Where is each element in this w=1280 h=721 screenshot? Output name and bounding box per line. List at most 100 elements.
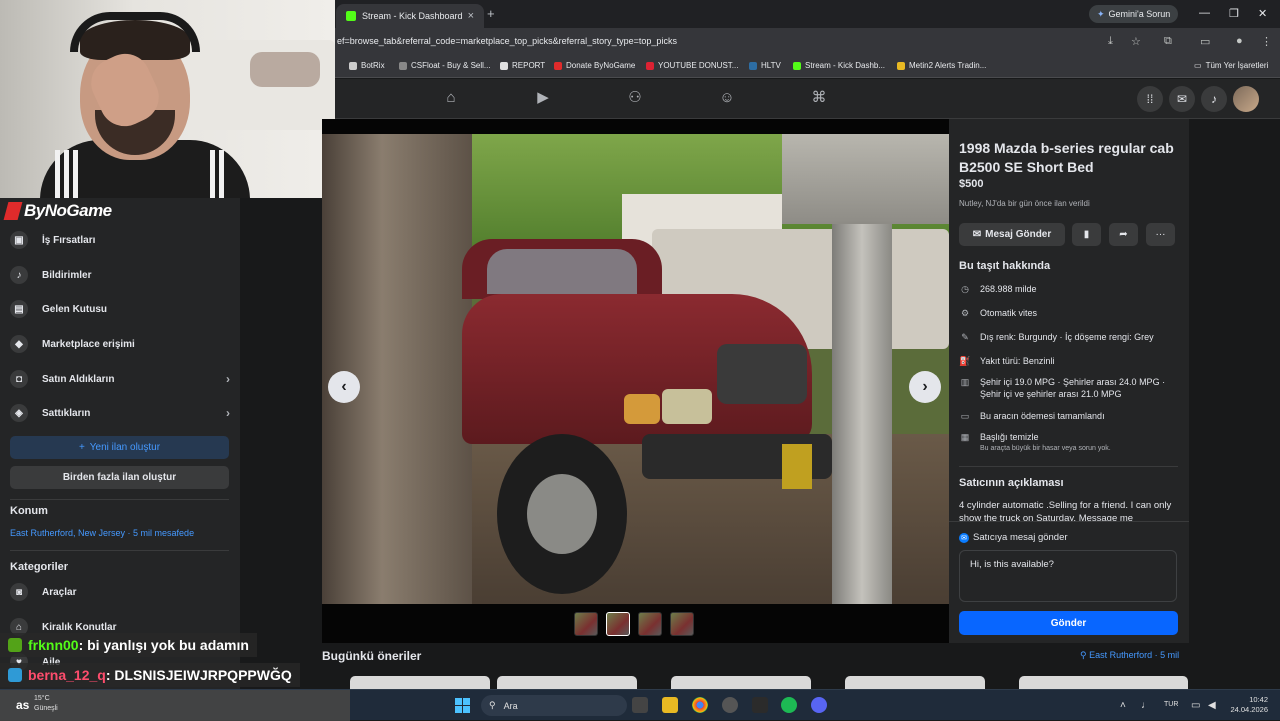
groups-icon[interactable]: ☺: [718, 89, 736, 107]
task-view-icon[interactable]: [632, 697, 648, 713]
obs-icon[interactable]: [722, 697, 738, 713]
bookmark-donate[interactable]: Donate ByNoGame: [554, 61, 635, 70]
bookmark-star-icon[interactable]: ☆: [1131, 35, 1141, 48]
message-input[interactable]: Hi, is this available?: [959, 550, 1177, 602]
category-vehicles[interactable]: ◙ Araçlar: [10, 577, 230, 607]
bookmark-report[interactable]: REPORT: [500, 61, 545, 70]
create-listing-button[interactable]: + Yeni ilan oluştur: [10, 436, 229, 459]
gaming-icon[interactable]: ⌘: [810, 89, 828, 107]
send-button[interactable]: Gönder: [959, 611, 1178, 635]
avatar[interactable]: [1233, 86, 1259, 112]
messenger-icon[interactable]: ✉: [1169, 86, 1195, 112]
sidebar-item-inbox[interactable]: ▤ Gelen Kutusu: [10, 294, 230, 324]
create-multiple-listings-button[interactable]: Birden fazla ilan oluştur: [10, 466, 229, 489]
thumbnail-active[interactable]: [606, 612, 630, 636]
messenger-icon: ✉: [972, 229, 982, 240]
divider: [10, 550, 229, 551]
bynogame-logo: ByNoGame: [0, 198, 120, 224]
gemini-label: Gemini'a Sorun: [1108, 9, 1171, 19]
close-window-icon[interactable]: ✕: [1258, 7, 1267, 20]
previous-image-button[interactable]: ‹: [328, 371, 360, 403]
extensions-icon[interactable]: ⧉: [1164, 35, 1172, 48]
all-bookmarks[interactable]: ▭ Tüm Yer İşaretleri: [1194, 61, 1268, 70]
save-bookmark-icon[interactable]: ▮: [1072, 223, 1101, 246]
microphone-icon[interactable]: ♩: [1141, 700, 1151, 711]
tab-search-icon[interactable]: ▭: [1200, 35, 1210, 48]
sidebar-item-jobs[interactable]: ▣ İş Fırsatları: [10, 225, 230, 255]
sidebar-item-purchases[interactable]: ◘ Satın Aldıkların ›: [10, 364, 230, 394]
sidebar-item-notifications[interactable]: ♪ Bildirimler: [10, 260, 230, 290]
suggestions-location-link[interactable]: ⚲ East Rutherford · 5 mil: [1080, 650, 1179, 661]
divider: [10, 499, 229, 500]
terminal-icon[interactable]: [752, 697, 768, 713]
bell-icon: ♪: [10, 266, 28, 284]
sidebar-item-label: Sattıkların: [42, 407, 91, 419]
gemini-button[interactable]: ✦ Gemini'a Sorun: [1089, 5, 1179, 23]
listing-image-viewer: ‹ ›: [322, 119, 949, 643]
share-icon[interactable]: ➦: [1109, 223, 1138, 246]
bookmark-kick[interactable]: Stream - Kick Dashb...: [793, 61, 885, 70]
url-field[interactable]: ef=browse_tab&referral_code=marketplace_…: [337, 36, 677, 46]
chat-username: berna_12_q: [28, 667, 106, 683]
bookmark-hltv[interactable]: HLTV: [749, 61, 781, 70]
plus-icon: +: [78, 442, 85, 453]
sidebar-item-label: Bildirimler: [42, 269, 92, 281]
next-image-button[interactable]: ›: [909, 371, 941, 403]
thumbnail[interactable]: [670, 612, 694, 636]
attr-clean-title: ▦ Başlığı temizle Bu araçta büyük bir ha…: [960, 432, 1111, 452]
taskbar-search[interactable]: ⚲ Ara: [481, 695, 627, 716]
suggestion-card[interactable]: [1019, 676, 1188, 690]
new-tab-button[interactable]: +: [487, 6, 495, 21]
menu-grid-icon[interactable]: ⁞⁞: [1137, 86, 1163, 112]
bookmark-botrix[interactable]: BotRix: [349, 61, 385, 70]
botrix-icon: [349, 61, 357, 70]
network-icon[interactable]: ▭: [1191, 700, 1200, 711]
bookmark-youtube[interactable]: YOUTUBE DONUST...: [646, 61, 738, 70]
sidebar-item-selling[interactable]: ◈ Sattıkların ›: [10, 398, 230, 428]
volume-icon[interactable]: ◀: [1208, 700, 1216, 711]
friends-icon[interactable]: ⚇: [626, 89, 644, 107]
thumbnail[interactable]: [574, 612, 598, 636]
message-seller-button[interactable]: ✉ Mesaj Gönder: [959, 223, 1065, 246]
spotify-icon[interactable]: [781, 697, 797, 713]
windows-start-icon[interactable]: [455, 698, 470, 713]
create-listing-label: Yeni ilan oluştur: [89, 442, 161, 453]
metin2-icon: [897, 61, 905, 70]
thumbnail[interactable]: [638, 612, 662, 636]
kick-icon: [346, 11, 356, 21]
file-explorer-icon[interactable]: [662, 697, 678, 713]
attr-mileage: ◷ 268.988 milde: [959, 283, 1181, 295]
close-tab-icon[interactable]: ×: [468, 10, 474, 22]
minimize-icon[interactable]: —: [1199, 7, 1210, 19]
taskbar-clock[interactable]: 10:42 24.04.2026: [1228, 695, 1268, 715]
bookmark-metin2[interactable]: Metin2 Alerts Tradin...: [897, 61, 986, 70]
suggestion-card[interactable]: [845, 676, 985, 690]
listing-detail-pane: 1998 Mazda b-series regular cab B2500 SE…: [949, 119, 1189, 643]
maximize-icon[interactable]: ❐: [1229, 7, 1239, 20]
menu-icon[interactable]: ⋮: [1261, 35, 1272, 48]
tab-kick-dashboard[interactable]: Stream - Kick Dashboard ×: [336, 4, 484, 28]
listing-price: $500: [959, 178, 984, 190]
discord-icon[interactable]: [811, 697, 827, 713]
more-options-icon[interactable]: ···: [1146, 223, 1175, 246]
location-link[interactable]: East Rutherford, New Jersey · 5 mil mesa…: [10, 528, 194, 538]
suggestion-card[interactable]: [671, 676, 811, 690]
home-icon[interactable]: ⌂: [442, 89, 460, 107]
shield-icon: ◆: [10, 335, 28, 353]
sidebar-item-marketplace-access[interactable]: ◆ Marketplace erişimi: [10, 329, 230, 359]
suggestion-card[interactable]: [497, 676, 637, 690]
weather-widget[interactable]: as 15°C Güneşli: [0, 690, 350, 721]
divider: [959, 466, 1178, 467]
sidebar-item-label: Satın Aldıkların: [42, 373, 115, 385]
video-icon[interactable]: ▶: [534, 89, 552, 107]
suggestion-card[interactable]: [350, 676, 490, 690]
bookmark-csfloat[interactable]: CSFloat - Buy & Sell...: [399, 61, 491, 70]
tray-chevron-icon[interactable]: ˄: [1120, 700, 1126, 711]
language-indicator[interactable]: TUR: [1164, 701, 1178, 708]
chat-badge-icon: [8, 668, 22, 682]
chrome-icon[interactable]: [692, 697, 708, 713]
profile-icon[interactable]: ●: [1236, 35, 1243, 47]
weather-text: Güneşli: [34, 705, 58, 712]
install-icon[interactable]: ⤓: [1108, 35, 1113, 48]
notifications-icon[interactable]: ♪: [1201, 86, 1227, 112]
